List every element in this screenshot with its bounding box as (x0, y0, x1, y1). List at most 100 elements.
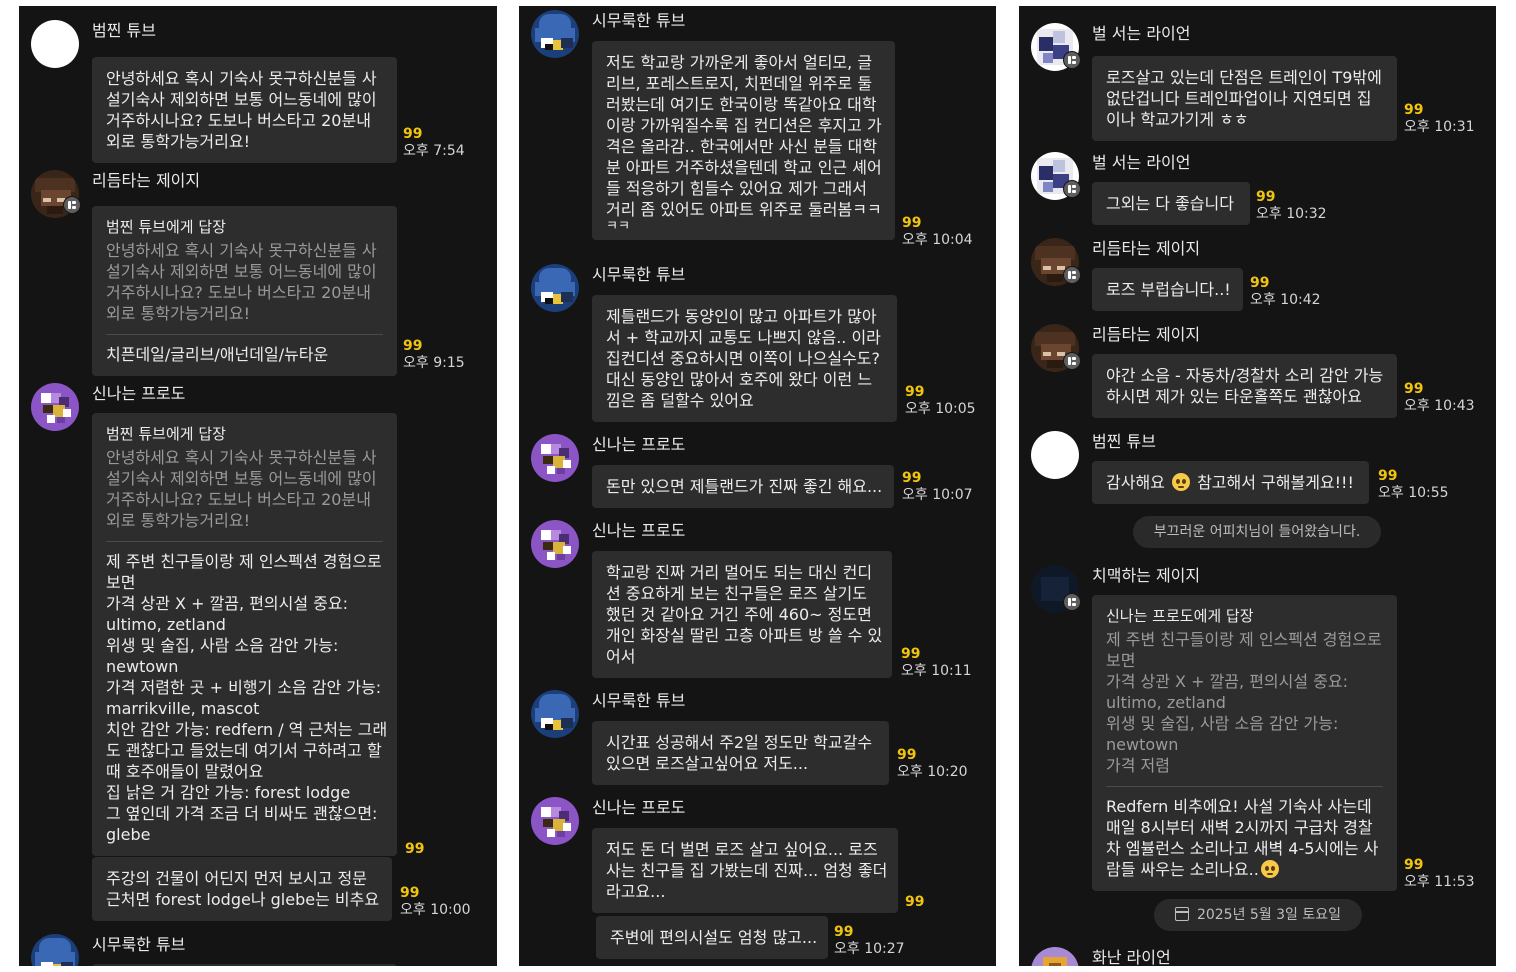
chat-panel-2[interactable]: 시무룩한 튜브 저도 학교랑 가까운게 좋아서 얼티모, 글 리브, 포레스트로… (519, 6, 996, 966)
message-line: 시간표 성공해서 주2일 정도만 학교갈수 (606, 733, 873, 752)
message-line: 치픈데일/글리브/애넌데일/뉴타운 (106, 345, 329, 364)
message-line: 보면 (106, 573, 136, 592)
sender-name: 리듬타는 제이지 (1092, 239, 1201, 258)
reply-bubble[interactable]: 신나는 프로도에게 답장 제 주변 친구들이랑 제 인스펙션 경험으로 보면 가… (1092, 595, 1397, 891)
avatar[interactable] (531, 690, 579, 738)
quote-line: 보면 (1106, 651, 1136, 670)
message-line: 서 + 학교까지 교통도 나쁘지 않음.. 이라 (606, 328, 881, 347)
chat-panel-1[interactable]: 범찐 튜브 안녕하세요 혹시 기숙사 못구하신분들 사 설기숙사 제외하면 보통… (19, 6, 497, 966)
message-line: 집 낡은 거 감안 가능: forest lodge (106, 783, 351, 802)
message-line: 제틀랜드가 동양인이 많고 아파트가 많아 (606, 307, 877, 326)
message-text: 람들 싸우는 소리나요.. (1106, 860, 1259, 879)
message-line: 람들 싸우는 소리나요.. (1106, 859, 1383, 880)
message-line: 리브, 포레스트로지, 치펀데일 위주로 둘 (606, 74, 873, 93)
message-bubble[interactable]: 주변에 편의시설도 엄청 많고... (596, 916, 828, 959)
message-bubble[interactable]: 저도 돈 더 벌면 로즈 살고 싶어요... 로즈 사는 친구들 집 가봤는데 … (592, 828, 898, 913)
unread-count: 99 (834, 924, 854, 940)
message-bubble[interactable]: 그외는 다 좋습니다 (1092, 182, 1250, 225)
message-bubble[interactable]: 감사해요 참고해서 구해볼게요!!! (1092, 461, 1369, 504)
message-line: 했던 것 같아요 거긴 주에 460~ 정도면 (606, 605, 872, 624)
avatar[interactable] (531, 10, 579, 58)
timestamp: 오후 10:04 (902, 232, 973, 248)
avatar[interactable] (531, 264, 579, 312)
unread-count: 99 (405, 841, 425, 857)
quoted-message[interactable]: 안녕하세요 혹시 기숙사 못구하신분들 사 설기숙사 제외하면 보통 어느동네에… (106, 240, 383, 324)
sender-name: 벌 서는 라이언 (1092, 24, 1191, 43)
message-bubble[interactable]: 학교랑 진짜 거리 멀어도 되는 대신 컨디 션 중요하게 보는 친구들은 로즈… (592, 551, 892, 678)
sender-name: 시무룩한 튜브 (92, 935, 186, 954)
quote-line: 설기숙사 제외하면 보통 어느동네에 많이 (106, 262, 377, 281)
message-bubble[interactable]: 로즈살고 있는데 단점은 트레인이 T9밖에 없단겁니다 트레인파업이나 지연되… (1092, 56, 1397, 141)
timestamp: 오후 10:32 (1256, 206, 1327, 222)
timestamp: 오후 10:31 (1404, 119, 1475, 135)
message-bubble[interactable]: 시간표 성공해서 주2일 정도만 학교갈수 있으면 로즈살고싶어요 저도... (592, 721, 889, 785)
avatar[interactable] (531, 434, 579, 482)
message-line: 매일 8시부터 새벽 2시까지 구급차 경찰 (1106, 818, 1373, 837)
timestamp: 오후 9:15 (403, 355, 465, 371)
timestamp: 오후 11:53 (1404, 874, 1475, 890)
message-line: 차 엠뷸런스 소리나고 새벽 4-5시에는 사 (1106, 839, 1379, 858)
divider (106, 334, 383, 335)
sender-name: 리듬타는 제이지 (1092, 325, 1201, 344)
message-bubble[interactable]: 제틀랜드가 동양인이 많고 아파트가 많아 서 + 학교까지 교통도 나쁘지 않… (592, 295, 897, 422)
quote-line: 거주하시나요? 도보나 버스타고 20분내 (106, 490, 371, 509)
message-bubble[interactable]: 로즈 부럽습니다..! (1092, 268, 1243, 311)
unread-count: 99 (1256, 189, 1276, 205)
message-line: 제 주변 친구들이랑 제 인스펙션 경험으로 (106, 552, 382, 571)
message-line: ultimo, zetland (106, 615, 226, 634)
quoted-message[interactable]: 안녕하세요 혹시 기숙사 못구하신분들 사 설기숙사 제외하면 보통 어느동네에… (106, 447, 383, 531)
quoted-message[interactable]: 제 주변 친구들이랑 제 인스펙션 경험으로 보면 가격 상관 X + 깔끔, … (1106, 629, 1383, 776)
message-meta: 99 오후 10:20 (897, 747, 968, 781)
avatar[interactable] (531, 797, 579, 845)
message-line: 션 중요하게 보는 친구들은 로즈 살기도 (606, 584, 867, 603)
message-bubble[interactable] (92, 964, 397, 966)
message-line: 들 적응하기 힘들수 있어요 제가 그래서 (606, 179, 867, 198)
message-bubble[interactable]: 저도 학교랑 가까운게 좋아서 얼티모, 글 리브, 포레스트로지, 치펀데일 … (592, 41, 895, 240)
sub-profile-icon (63, 196, 81, 214)
message-line: 근처면 forest lodge나 glebe는 비추요 (106, 890, 380, 909)
avatar[interactable] (1031, 947, 1079, 966)
quote-line: 안녕하세요 혹시 기숙사 못구하신분들 사 (106, 448, 377, 467)
unread-count: 99 (905, 384, 925, 400)
message-bubble[interactable]: 돈만 있으면 제틀랜드가 진짜 좋긴 해요... (592, 465, 894, 508)
message-line: marrikville, mascot (106, 699, 260, 718)
sender-name: 시무룩한 튜브 (592, 11, 686, 30)
sender-name: 신나는 프로도 (592, 435, 686, 454)
message-meta: 99 오후 10:11 (901, 646, 972, 680)
reply-label: 신나는 프로도에게 답장 (1106, 607, 1254, 625)
timestamp: 오후 7:54 (403, 143, 465, 159)
message-line: 그 옆인데 가격 조금 더 비싸도 괜찮으면: (106, 804, 378, 823)
reply-label: 범찐 튜브에게 답장 (106, 218, 226, 236)
timestamp: 오후 10:05 (905, 401, 976, 417)
avatar[interactable] (1031, 431, 1079, 479)
sub-profile-icon (1063, 266, 1081, 284)
avatar[interactable] (31, 934, 79, 966)
message-text: 참고해서 구해볼게요!!! (1197, 473, 1354, 492)
message-line: 도 괜찮다고 들었는데 여기서 구하려고 할 (106, 741, 382, 760)
unread-count: 99 (403, 126, 423, 142)
sub-profile-icon (1063, 593, 1081, 611)
chat-panel-3[interactable]: 벌 서는 라이언 로즈살고 있는데 단점은 트레인이 T9밖에 없단겁니다 트레… (1019, 6, 1496, 966)
message-line: 돈만 있으면 제틀랜드가 진짜 좋긴 해요... (606, 477, 883, 496)
message-meta: 99 오후 10:31 (1404, 102, 1475, 136)
sender-name: 신나는 프로도 (592, 521, 686, 540)
message-line: 격은 올라감.. 한국에서만 사신 분들 대학 (606, 137, 878, 156)
quote-line: 안녕하세요 혹시 기숙사 못구하신분들 사 (106, 241, 377, 260)
quote-line: newtown (1106, 735, 1179, 754)
message-bubble[interactable]: 야간 소음 - 자동차/경찰차 소리 감안 가능 하시면 제가 있는 타운홀쪽도… (1092, 354, 1397, 418)
reply-bubble[interactable]: 범찐 튜브에게 답장 안녕하세요 혹시 기숙사 못구하신분들 사 설기숙사 제외… (92, 413, 397, 856)
message-line: 로즈살고 있는데 단점은 트레인이 T9밖에 (1106, 68, 1382, 87)
message-bubble[interactable]: 안녕하세요 혹시 기숙사 못구하신분들 사 설기숙사 제외하면 보통 어느동네에… (92, 57, 397, 163)
quote-line: 가격 저렴 (1106, 756, 1170, 775)
system-message: 부끄러운 어피치님이 들어왔습니다. (1133, 516, 1381, 548)
message-line: 없단겁니다 트레인파업이나 지연되면 집 (1106, 89, 1372, 108)
message-bubble[interactable]: 주강의 건물이 어딘지 먼저 보시고 정문 근처면 forest lodge나 … (92, 857, 392, 921)
reply-bubble[interactable]: 범찐 튜브에게 답장 안녕하세요 혹시 기숙사 못구하신분들 사 설기숙사 제외… (92, 206, 397, 376)
avatar[interactable] (31, 383, 79, 431)
avatar[interactable] (531, 520, 579, 568)
message-line: 어서 (606, 647, 636, 666)
message-meta: 99 오후 10:00 (400, 885, 471, 919)
sender-name: 벌 서는 라이언 (1092, 153, 1191, 172)
avatar[interactable] (31, 20, 79, 68)
unread-count: 99 (400, 885, 420, 901)
